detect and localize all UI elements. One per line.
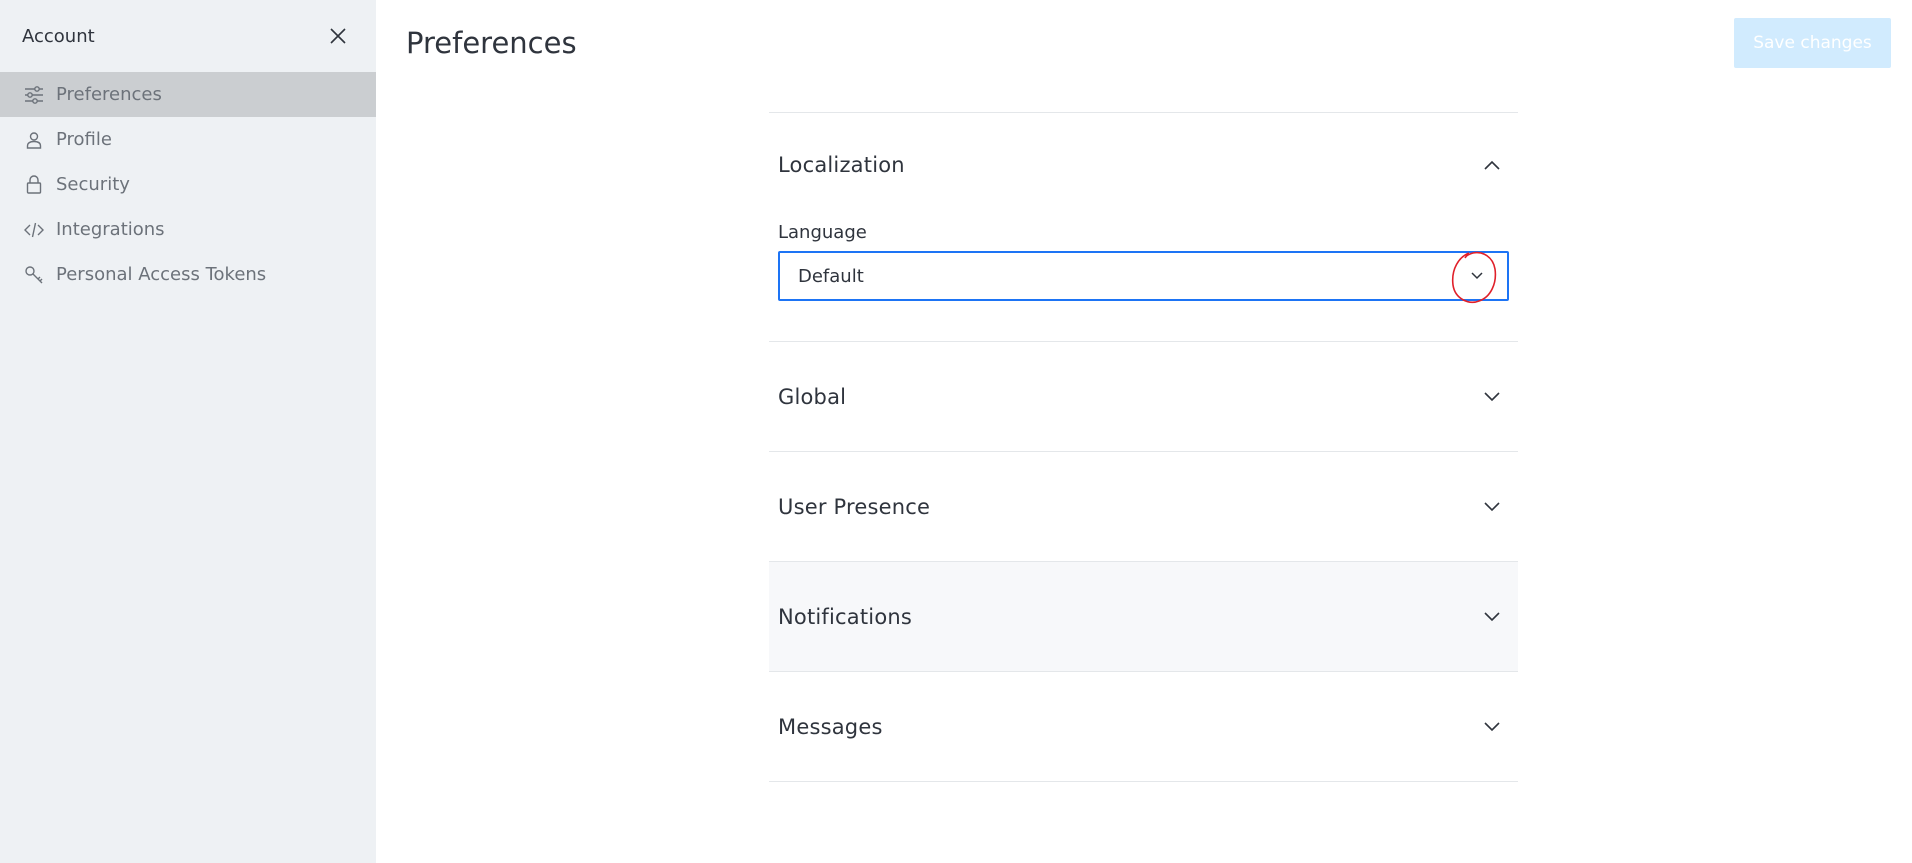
sidebar-item-preferences[interactable]: Preferences [0,72,376,117]
section-header-notifications[interactable]: Notifications [769,562,1518,671]
sidebar-nav: Preferences Profile Security Integration… [0,72,376,297]
chevron-down-icon [1482,607,1502,627]
sidebar-item-profile[interactable]: Profile [0,117,376,162]
section-title: Global [778,384,847,409]
lock-icon [24,175,44,195]
section-title: Localization [778,153,905,177]
sidebar-item-personal-access-tokens[interactable]: Personal Access Tokens [0,252,376,297]
preferences-accordion: Localization Language Default Global Use… [769,112,1518,782]
page-header: Preferences Save changes [376,0,1912,86]
chevron-down-icon[interactable] [1467,266,1487,286]
sidebar-header: Account [0,0,376,72]
sidebar-item-integrations[interactable]: Integrations [0,207,376,252]
chevron-up-icon [1482,155,1502,175]
section-title: Notifications [778,604,913,629]
close-button[interactable] [326,24,350,48]
section-title: User Presence [778,494,931,519]
section-notifications: Notifications [769,561,1518,671]
chevron-down-icon [1482,497,1502,517]
section-user-presence: User Presence [769,451,1518,561]
section-global: Global [769,341,1518,451]
sidebar-item-security[interactable]: Security [0,162,376,207]
save-changes-button[interactable]: Save changes [1734,18,1891,68]
sidebar-item-label: Integrations [56,219,165,240]
language-select[interactable]: Default [778,251,1509,303]
language-select-value: Default [798,265,864,287]
localization-body: Language Default [769,222,1518,341]
chevron-down-icon [1482,717,1502,737]
user-icon [24,130,44,150]
section-header-localization[interactable]: Localization [769,113,1518,217]
chevron-down-icon [1482,387,1502,407]
sidebar-item-label: Security [56,174,130,195]
sidebar-title: Account [22,25,95,47]
section-messages: Messages [769,671,1518,782]
key-icon [24,265,44,285]
code-icon [24,220,44,240]
sidebar-item-label: Preferences [56,84,162,105]
sidebar: Account Preferences Profile Security Int… [0,0,376,863]
section-header-global[interactable]: Global [769,342,1518,451]
section-localization: Localization Language Default [769,112,1518,341]
sliders-icon [24,85,44,105]
close-icon [330,28,346,44]
sidebar-item-label: Personal Access Tokens [56,264,267,285]
page-title: Preferences [406,26,577,60]
section-header-user-presence[interactable]: User Presence [769,452,1518,561]
language-label: Language [778,222,867,243]
section-title: Messages [778,714,883,739]
sidebar-item-label: Profile [56,129,112,150]
section-header-messages[interactable]: Messages [769,672,1518,781]
main-panel: Preferences Save changes Localization La… [376,0,1912,863]
app-root: Account Preferences Profile Security Int… [0,0,1912,863]
